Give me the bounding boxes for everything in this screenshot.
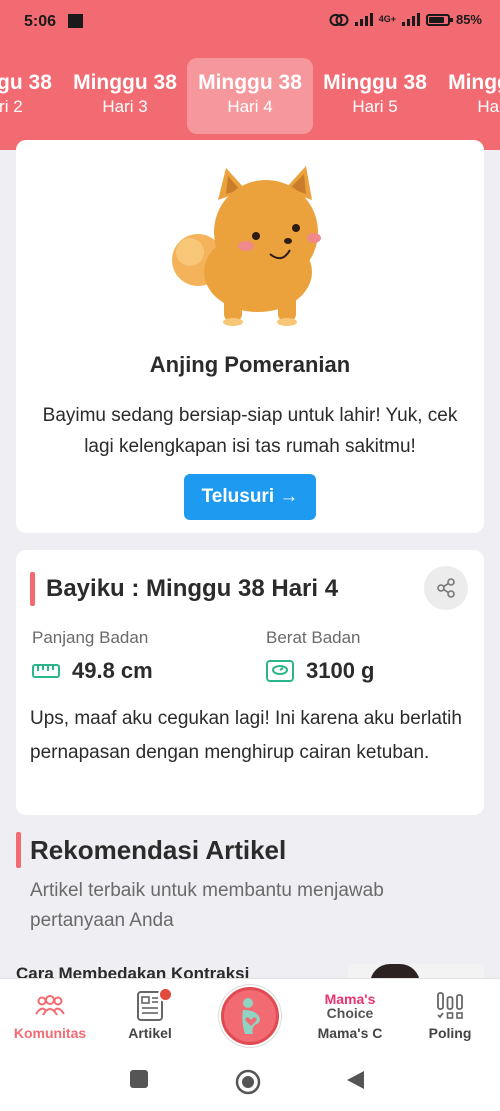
rec-accent-bar xyxy=(16,832,21,868)
tab-hari-5[interactable]: Minggu 38 Hari 5 xyxy=(312,58,438,134)
length-value: 49.8 cm xyxy=(72,658,153,683)
tab-week-label: Minggu 38 xyxy=(323,71,427,94)
link-icon xyxy=(329,13,349,26)
weight-value: 3100 g xyxy=(306,658,375,683)
tab-week-label: Minggu 38 xyxy=(448,71,500,94)
back-icon[interactable] xyxy=(344,1069,366,1091)
nav-mamas-choice[interactable]: Mama's Choice Mama's C xyxy=(300,987,400,1041)
comparison-description: Bayimu sedang bersiap-siap untuk lahir! … xyxy=(42,405,458,457)
pregnant-mother-icon xyxy=(242,998,260,1034)
tab-day-label: Hari 2 xyxy=(0,97,23,116)
home-icon[interactable] xyxy=(235,1069,261,1095)
signal-icon-2 xyxy=(401,13,420,26)
comparison-name: Anjing Pomeranian xyxy=(149,352,351,377)
notification-icon xyxy=(68,14,83,28)
tab-day-label: Hari 5 xyxy=(352,97,398,116)
tab-hari-2[interactable]: Minggu 38 Hari 2 xyxy=(0,58,63,134)
mamas-choice-logo: Mama's Choice xyxy=(300,987,400,1025)
length-label: Panjang Badan xyxy=(32,628,149,647)
network-type: 4G+ xyxy=(378,14,396,24)
share-icon xyxy=(437,578,455,598)
poll-icon xyxy=(437,992,463,1019)
baby-card-title: Bayiku : Minggu 38 Hari 4 xyxy=(46,575,339,602)
baby-info-card: Bayiku : Minggu 38 Hari 4 Panjang Badan … xyxy=(16,550,484,815)
nav-poll-label: Poling xyxy=(428,1025,472,1041)
tab-week-label: Minggu 38 xyxy=(0,71,52,94)
nav-community-label: Komunitas xyxy=(13,1025,87,1041)
size-comparison-card: Anjing Pomeranian Bayimu sedang bersiap-… xyxy=(16,140,484,533)
tab-hari-6[interactable]: Minggu 38 Hari 6 xyxy=(437,58,500,134)
nav-poll[interactable]: Poling xyxy=(400,987,500,1041)
recommendation-subtitle: Artikel terbaik untuk membantu menjawab … xyxy=(30,880,384,931)
scale-icon xyxy=(266,660,294,682)
recent-apps-icon[interactable] xyxy=(129,1069,149,1089)
status-indicators: 4G+ 85% xyxy=(329,12,482,27)
tab-hari-3[interactable]: Minggu 38 Hari 3 xyxy=(62,58,188,134)
status-time: 5:06 xyxy=(24,13,57,30)
nav-mamas-choice-label: Mama's C xyxy=(317,1025,383,1041)
baby-description: Ups, maaf aku cegukan lagi! Ini karena a… xyxy=(30,708,462,763)
tab-week-label: Minggu 38 xyxy=(73,71,177,94)
signal-icon xyxy=(354,13,373,26)
tab-day-label: Hari 4 xyxy=(227,97,273,116)
nav-articles[interactable]: Artikel xyxy=(100,987,200,1041)
recommendation-title: Rekomendasi Artikel xyxy=(30,835,287,865)
status-bar: 5:06 4G+ 85% xyxy=(0,0,500,46)
length-stat: 49.8 cm xyxy=(32,658,153,684)
explore-button[interactable]: Telusuri → xyxy=(184,474,316,520)
share-button[interactable] xyxy=(424,566,468,610)
system-navigation-bar xyxy=(0,1051,500,1111)
bottom-navigation: Komunitas Artikel Mama's Choice Mama's C… xyxy=(0,978,500,1051)
title-accent-bar xyxy=(30,572,35,606)
tab-day-label: Hari 6 xyxy=(477,97,500,116)
nav-pregnancy-button[interactable] xyxy=(221,987,279,1045)
pomeranian-illustration xyxy=(172,166,321,326)
battery-icon xyxy=(425,13,453,26)
app-header: 5:06 4G+ 85% Minggu 38 Hari 2 Minggu 38 … xyxy=(0,0,500,150)
nav-community[interactable]: Komunitas xyxy=(0,987,100,1041)
ruler-icon xyxy=(32,664,60,678)
tab-hari-4[interactable]: Minggu 38 Hari 4 xyxy=(187,58,313,134)
community-icon xyxy=(35,995,65,1016)
mamas-choice-logo-top: Mama's xyxy=(324,991,376,1007)
weight-label: Berat Badan xyxy=(266,628,361,647)
tab-day-label: Hari 3 xyxy=(102,97,148,116)
weight-stat: 3100 g xyxy=(266,658,375,684)
tab-week-label: Minggu 38 xyxy=(198,71,302,94)
notification-badge xyxy=(158,987,173,1002)
nav-articles-label: Artikel xyxy=(128,1025,172,1041)
mamas-choice-logo-bottom: Choice xyxy=(326,1005,374,1021)
battery-level: 85% xyxy=(455,12,482,27)
week-day-tabs: Minggu 38 Hari 2 Minggu 38 Hari 3 Minggu… xyxy=(0,58,500,136)
